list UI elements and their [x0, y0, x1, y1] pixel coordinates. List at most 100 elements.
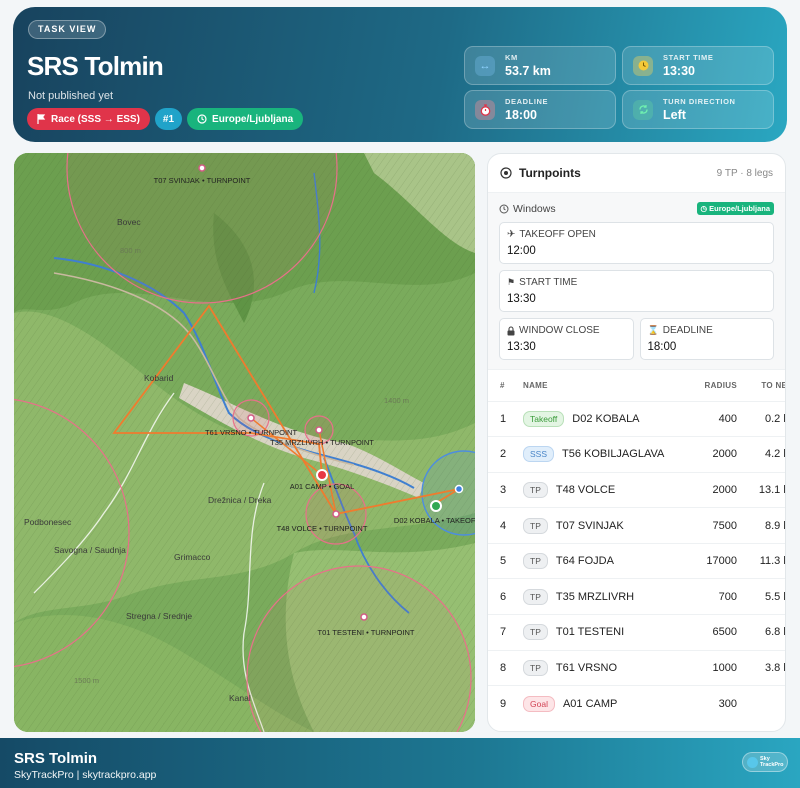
- window-close-box: WINDOW CLOSE 13:30: [499, 318, 634, 360]
- row-radius: 6500: [683, 614, 737, 651]
- logo-text: Sky TrackPro: [760, 756, 784, 768]
- tp-marker[interactable]: [360, 613, 368, 621]
- stat-deadline-value: 18:00: [505, 108, 537, 122]
- place-label: Podbonesec: [24, 517, 72, 527]
- row-to-next: —: [737, 685, 785, 722]
- table-row[interactable]: 7TP T01 TESTENI 65006.8 km: [488, 614, 785, 651]
- tp-label-kobala: D02 KOBALA • TAKEOFF: [394, 516, 475, 525]
- takeoff-marker[interactable]: [430, 500, 442, 512]
- windows-timezone: Europe/Ljubljana: [709, 204, 770, 213]
- table-row[interactable]: 4TP T07 SVINJAK 75008.9 km: [488, 507, 785, 544]
- place-label: Drežnica / Dreka: [208, 495, 272, 505]
- windows-title-wrap: Windows: [499, 203, 556, 215]
- tp-marker[interactable]: [332, 510, 340, 518]
- stat-start-time: START TIME 13:30: [622, 46, 774, 85]
- start-time-box: ⚑ START TIME 13:30: [499, 270, 774, 312]
- task-map[interactable]: Bovec Kobarid Drežnica / Dreka Podbonese…: [14, 153, 475, 732]
- deadline-value: 18:00: [647, 341, 677, 353]
- stopwatch-icon: [475, 99, 495, 120]
- stat-start-value: 13:30: [663, 64, 695, 78]
- table-row[interactable]: 3TP T48 VOLCE 200013.1 km: [488, 471, 785, 508]
- turnpoints-panel: Turnpoints 9 TP · 8 legs Windows ◷ Europ…: [487, 153, 786, 732]
- type-badge: TP: [523, 659, 548, 676]
- task-badges: Race (SSS → ESS) #1 Europe/Ljubljana: [27, 108, 304, 130]
- table-row[interactable]: 5TP T64 FOJDA 1700011.3 km: [488, 542, 785, 579]
- task-view-tag: TASK VIEW: [28, 20, 107, 39]
- tp-marker[interactable]: [315, 426, 323, 434]
- tp-marker[interactable]: [198, 164, 206, 172]
- row-to-next: 4.2 km: [737, 436, 785, 473]
- deadline-box: ⌛ DEADLINE 18:00: [639, 318, 774, 360]
- lock-icon: [507, 325, 515, 335]
- flag-icon: ⚑: [507, 277, 516, 287]
- table-row[interactable]: 2SSS T56 KOBILJAGLAVA 20004.2 km: [488, 436, 785, 473]
- target-icon: [500, 167, 512, 179]
- windows-header: Windows ◷ Europe/Ljubljana: [499, 202, 774, 215]
- window-close-label-wrap: WINDOW CLOSE: [507, 325, 626, 336]
- logo-mark-icon: [747, 756, 758, 768]
- row-to-next: 5.5 km: [737, 578, 785, 615]
- deadline-label-wrap: ⌛ DEADLINE: [648, 325, 767, 336]
- row-radius: 7500: [683, 507, 737, 544]
- windows-section: Windows ◷ Europe/Ljubljana ✈ TAKEOFF OPE…: [488, 193, 785, 370]
- start-time-label: START TIME: [519, 277, 578, 288]
- type-badge: TP: [523, 517, 548, 534]
- table-row[interactable]: 6TP T35 MRZLIVRH 7005.5 km: [488, 578, 785, 615]
- clock-icon: [499, 204, 509, 213]
- window-close-value: 13:30: [507, 341, 536, 353]
- row-number: 7: [488, 614, 523, 651]
- panel-header: Turnpoints 9 TP · 8 legs: [488, 154, 785, 193]
- type-badge: TP: [523, 481, 548, 498]
- row-to-next: 3.8 km: [737, 649, 785, 686]
- refresh-icon: [633, 99, 653, 120]
- task-number-badge: #1: [154, 108, 183, 130]
- row-to-next: 0.2 km: [737, 400, 785, 437]
- turnpoint-name: T64 FOJDA: [555, 555, 614, 568]
- table-row[interactable]: 9Goal A01 CAMP 300—: [488, 685, 785, 722]
- plane-icon: ✈: [507, 229, 516, 240]
- place-label: Stregna / Srednje: [126, 611, 192, 621]
- footer-subtitle: SkyTrackPro | skytrackpro.app: [14, 769, 157, 781]
- takeoff-open-label: TAKEOFF OPEN: [519, 229, 596, 240]
- row-number: 6: [488, 578, 523, 615]
- sss-marker[interactable]: [454, 484, 464, 494]
- tp-label-camp: A01 CAMP • GOAL: [290, 482, 355, 491]
- row-radius: 17000: [683, 542, 737, 579]
- row-number: 2: [488, 436, 523, 473]
- race-type-badge: Race (SSS → ESS): [27, 108, 150, 130]
- tp-marker[interactable]: [247, 414, 255, 422]
- col-name: NAME: [523, 380, 548, 390]
- clock-icon: [633, 55, 653, 76]
- terrain-map-svg[interactable]: Bovec Kobarid Drežnica / Dreka Podbonese…: [14, 153, 475, 732]
- window-row: WINDOW CLOSE 13:30 ⌛ DEADLINE 18:00: [499, 318, 774, 360]
- goal-marker[interactable]: [316, 469, 328, 481]
- turnpoint-name: T56 KOBILJAGLAVA: [562, 448, 665, 461]
- row-to-next: 11.3 km: [737, 542, 785, 579]
- type-badge: TP: [523, 553, 548, 570]
- stat-turn-label: TURN DIRECTION: [663, 97, 736, 106]
- turnpoint-name: T48 VOLCE: [555, 483, 616, 496]
- turnpoint-name: T61 VRSNO: [555, 661, 618, 674]
- stat-distance-label: KM: [505, 53, 518, 62]
- flag-icon: [37, 114, 46, 124]
- deadline-label: DEADLINE: [662, 325, 713, 336]
- type-badge: TP: [523, 624, 548, 641]
- stat-turn-value: Left: [663, 108, 686, 122]
- windows-timezone-chip: ◷ Europe/Ljubljana: [696, 202, 774, 215]
- panel-title-wrap: Turnpoints: [500, 166, 581, 180]
- row-name-cell: TP T48 VOLCE: [523, 471, 683, 508]
- clock-icon: [197, 114, 207, 124]
- type-badge: TP: [523, 588, 548, 605]
- row-radius: 2000: [683, 436, 737, 473]
- table-row[interactable]: 8TP T61 VRSNO 10003.8 km: [488, 649, 785, 686]
- row-name-cell: TP T61 VRSNO: [523, 649, 683, 686]
- row-name-cell: TP T01 TESTENI: [523, 614, 683, 651]
- row-number: 5: [488, 542, 523, 579]
- row-name-cell: TP T07 SVINJAK: [523, 507, 683, 544]
- turnpoint-name: A01 CAMP: [562, 697, 618, 710]
- elevation-label: 1500 m: [74, 676, 99, 685]
- table-row[interactable]: 1Takeoff D02 KOBALA 4000.2 km: [488, 400, 785, 437]
- windows-title: Windows: [513, 202, 556, 215]
- tp-label-mrzlivrh: T35 MRZLIVRH • TURNPOINT: [270, 438, 374, 447]
- window-close-label: WINDOW CLOSE: [519, 325, 600, 336]
